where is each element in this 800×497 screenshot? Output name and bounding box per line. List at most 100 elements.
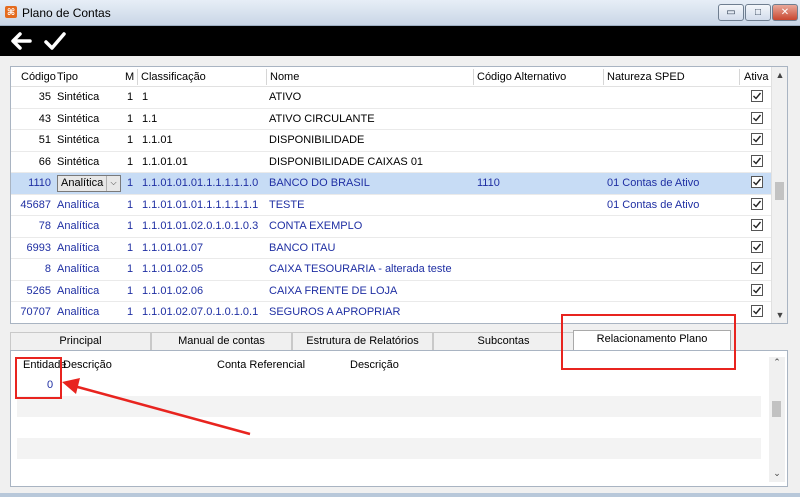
minimize-button[interactable]: ▭ bbox=[718, 4, 744, 21]
cube-icon: ⌘ bbox=[5, 6, 17, 18]
tipo-dropdown[interactable]: Analítica ⌵ bbox=[57, 175, 121, 192]
table-row[interactable]: 66 Sintética 1 1.1.01.01 DISPONIBILIDADE CAI… bbox=[11, 152, 773, 173]
ativa-checkbox[interactable] bbox=[751, 176, 763, 188]
cell-codigo: 8 bbox=[44, 263, 51, 275]
col-conta-referencial[interactable]: Conta Referencial bbox=[217, 359, 305, 371]
cell-classificacao: 1.1.01.02.05 bbox=[142, 263, 204, 275]
tab-subcontas[interactable]: Subcontas bbox=[433, 332, 574, 350]
cell-classificacao: 1.1.01.01.02.0.1.0.1.0.3 bbox=[142, 220, 259, 232]
table-row[interactable]: 8 Analítica 1 1.1.01.02.05 CAIXA TESOURARIA … bbox=[11, 259, 773, 281]
ativa-checkbox[interactable] bbox=[751, 111, 763, 124]
table-row[interactable]: 35 Sintética 1 1 ATIVO bbox=[11, 87, 773, 109]
close-button[interactable]: ✕ bbox=[772, 4, 798, 21]
ativa-checkbox[interactable] bbox=[751, 262, 763, 274]
cell-natureza-sped: 01 Contas de Ativo bbox=[607, 198, 700, 211]
table-row[interactable]: 45687 Analítica 1 1.1.01.01.01.1.1.1.1.1.1 T… bbox=[11, 195, 773, 216]
col-codigo-alternativo[interactable]: Código Alternativo bbox=[477, 71, 566, 83]
scroll-down-icon[interactable]: ⌄ bbox=[769, 468, 785, 482]
cell-codigo: 6993 bbox=[26, 241, 51, 254]
cell-nome: CONTA EXEMPLO bbox=[269, 220, 363, 232]
col-ativa[interactable]: Ativa bbox=[744, 71, 768, 83]
grid-rows: 35 Sintética 1 1 ATIVO 43 Sintética 1 1.1 ATIVO C… bbox=[11, 87, 773, 323]
cell-nome: CAIXA TESOURARIA - alterada teste bbox=[269, 263, 452, 275]
cell-codigo: 45687 bbox=[20, 198, 51, 211]
maximize-button[interactable]: □ bbox=[745, 4, 771, 21]
cell-nome: BANCO ITAU bbox=[269, 241, 336, 254]
scroll-thumb[interactable] bbox=[775, 182, 784, 200]
checkmark-icon[interactable] bbox=[42, 29, 68, 53]
col-tipo[interactable]: Tipo bbox=[57, 71, 78, 83]
accounts-grid: Código Tipo M Classificação Nome Código … bbox=[10, 66, 788, 324]
scroll-up-icon[interactable]: ▲ bbox=[772, 67, 787, 83]
cell-codigo: 66 bbox=[38, 155, 51, 168]
col-natureza-sped[interactable]: Natureza SPED bbox=[607, 71, 685, 83]
scroll-down-icon[interactable]: ▼ bbox=[772, 307, 787, 323]
cell-tipo: Sintética bbox=[57, 91, 100, 103]
col-codigo[interactable]: Código bbox=[21, 71, 56, 83]
panel-row-empty[interactable] bbox=[17, 396, 761, 417]
cell-tipo: Analítica bbox=[57, 198, 100, 211]
ativa-checkbox[interactable] bbox=[751, 219, 763, 231]
cell-tipo: Analítica bbox=[57, 220, 100, 232]
cell-m: 1 bbox=[127, 306, 134, 318]
arrow-left-icon[interactable] bbox=[8, 29, 34, 53]
cell-classificacao: 1.1.01.02.07.0.1.0.1.0.1 bbox=[142, 306, 259, 318]
tab-principal[interactable]: Principal bbox=[10, 332, 151, 350]
tab-estrutura-de-relatorios[interactable]: Estrutura de Relatórios bbox=[292, 332, 433, 350]
cell-nome: TESTE bbox=[269, 198, 305, 211]
panel-row-empty[interactable] bbox=[17, 438, 761, 459]
scroll-up-icon[interactable]: ⌃ bbox=[769, 357, 785, 371]
cell-m: 1 bbox=[127, 241, 134, 254]
table-row[interactable]: 78 Analítica 1 1.1.01.01.02.0.1.0.1.0.3 CONT… bbox=[11, 216, 773, 238]
col-separator bbox=[266, 69, 267, 85]
cell-nome: ATIVO bbox=[269, 91, 302, 103]
scroll-thumb[interactable] bbox=[772, 401, 781, 417]
table-row[interactable]: 51 Sintética 1 1.1.01 DISPONIBILIDADE bbox=[11, 130, 773, 152]
col-separator bbox=[603, 69, 604, 85]
table-row[interactable]: 6993 Analítica 1 1.1.01.01.07 BANCO ITAU bbox=[11, 238, 773, 259]
panel-row[interactable]: 0 bbox=[17, 375, 761, 396]
cell-nome: DISPONIBILIDADE CAIXAS 01 bbox=[269, 155, 424, 168]
panel-scrollbar[interactable]: ⌃ ⌄ bbox=[769, 357, 785, 482]
cell-m: 1 bbox=[127, 134, 134, 146]
col-descricao-referencial[interactable]: Descrição bbox=[350, 359, 399, 371]
ativa-checkbox[interactable] bbox=[751, 133, 763, 145]
grid-scrollbar[interactable]: ▲ ▼ bbox=[771, 67, 787, 323]
cell-codigo-alternativo: 1110 bbox=[477, 177, 500, 189]
window-titlebar: ⌘ Plano de Contas ▭ □ ✕ bbox=[0, 0, 800, 26]
ativa-checkbox[interactable] bbox=[751, 305, 763, 317]
cell-nome: DISPONIBILIDADE bbox=[269, 134, 365, 146]
panel-row-empty[interactable] bbox=[17, 459, 761, 480]
main-area: Código Tipo M Classificação Nome Código … bbox=[0, 56, 800, 493]
tab-manual-de-contas[interactable]: Manual de contas bbox=[151, 332, 292, 350]
col-nome[interactable]: Nome bbox=[270, 71, 299, 83]
col-descricao[interactable]: Descrição bbox=[63, 359, 112, 371]
cell-tipo: Sintética bbox=[57, 112, 100, 125]
referencial-panel: Entidade Descrição Conta Referencial Des… bbox=[10, 350, 788, 487]
col-classificacao[interactable]: Classificação bbox=[141, 71, 206, 83]
ativa-checkbox[interactable] bbox=[751, 154, 763, 167]
cell-tipo: Analítica bbox=[57, 263, 100, 275]
col-m[interactable]: M bbox=[125, 71, 134, 83]
cell-tipo: Analítica bbox=[57, 241, 100, 254]
col-separator bbox=[473, 69, 474, 85]
tipo-dropdown-value: Analítica bbox=[61, 177, 104, 189]
cell-classificacao: 1.1.01.01.01.1.1.1.1.1.1 bbox=[142, 198, 259, 211]
panel-row-empty[interactable] bbox=[17, 417, 761, 438]
table-row[interactable]: 43 Sintética 1 1.1 ATIVO CIRCULANTE bbox=[11, 109, 773, 130]
ativa-checkbox[interactable] bbox=[751, 240, 763, 253]
table-row[interactable]: 5265 Analítica 1 1.1.01.02.06 CAIXA FRENTE D… bbox=[11, 281, 773, 302]
cell-classificacao: 1.1.01.01 bbox=[142, 155, 188, 168]
ativa-checkbox[interactable] bbox=[751, 197, 763, 210]
chevron-down-icon[interactable]: ⌵ bbox=[106, 176, 120, 191]
highlight-box-entidade bbox=[15, 357, 62, 399]
ativa-checkbox[interactable] bbox=[751, 90, 763, 102]
cell-classificacao: 1.1.01.02.06 bbox=[142, 284, 204, 297]
table-row[interactable]: 1110 Analítica ⌵ 1 1.1.01.01.01.1.1.1.1.1.0 B… bbox=[11, 173, 773, 195]
cell-nome: SEGUROS A APROPRIAR bbox=[269, 306, 401, 318]
cell-m: 1 bbox=[127, 112, 134, 125]
ativa-checkbox[interactable] bbox=[751, 283, 763, 296]
cell-classificacao: 1.1.01.01.01.1.1.1.1.1.0 bbox=[142, 177, 259, 189]
cell-m: 1 bbox=[127, 284, 134, 297]
grid-header: Código Tipo M Classificação Nome Código … bbox=[11, 67, 773, 87]
